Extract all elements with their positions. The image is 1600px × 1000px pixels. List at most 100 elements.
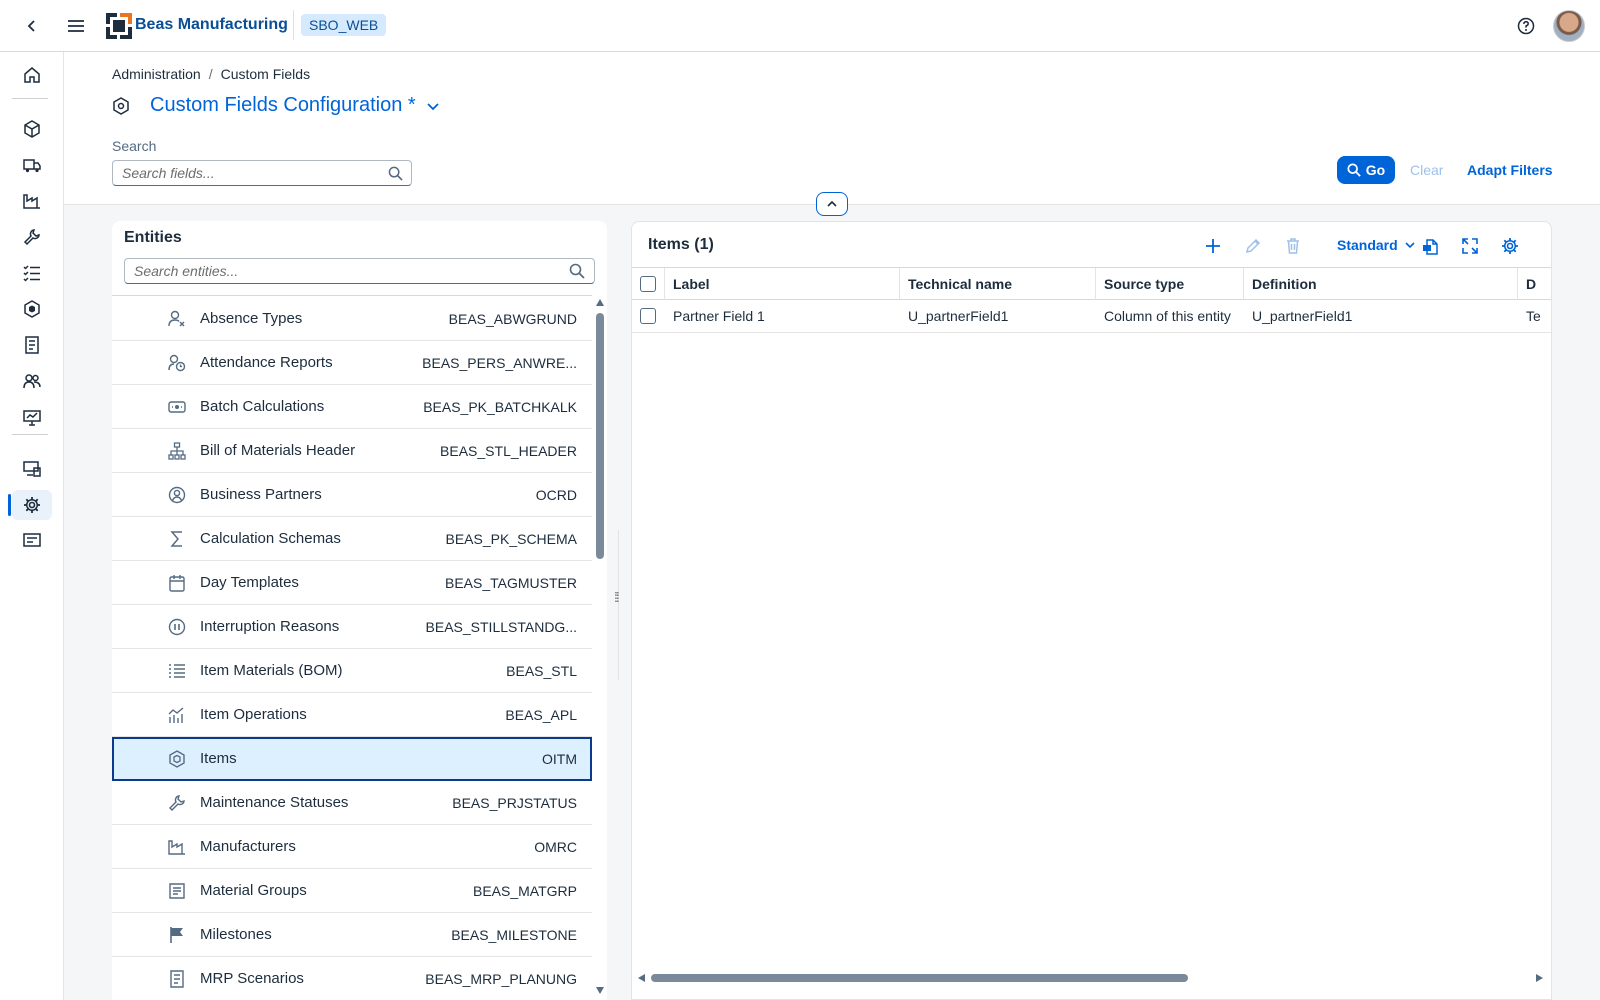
select-all-checkbox[interactable] xyxy=(640,276,656,292)
help-button[interactable] xyxy=(1510,10,1542,42)
entities-search-field[interactable] xyxy=(124,258,595,284)
breadcrumb-administration[interactable]: Administration xyxy=(112,66,201,82)
delete-button[interactable] xyxy=(1281,234,1305,258)
entity-row[interactable]: Calculation Schemas BEAS_PK_SCHEMA xyxy=(112,517,592,561)
entity-row[interactable]: Absence Types BEAS_ABWGRUND xyxy=(112,297,592,341)
entity-code: BEAS_PK_SCHEMA xyxy=(445,530,578,547)
entity-name: Business Partners xyxy=(200,486,322,503)
menu-button[interactable] xyxy=(60,10,92,42)
search-icon[interactable] xyxy=(569,263,585,279)
nav-documents[interactable] xyxy=(12,330,52,360)
nav-home[interactable] xyxy=(12,60,52,90)
monitor-chart-icon xyxy=(23,410,41,426)
shell-bar: Beas Manufacturing SBO_WEB xyxy=(0,0,1600,52)
nav-people[interactable] xyxy=(12,366,52,396)
nav-devices[interactable] xyxy=(12,454,52,484)
table-settings-button[interactable] xyxy=(1498,234,1522,258)
entity-row[interactable]: Interruption Reasons BEAS_STILLSTANDG... xyxy=(112,605,592,649)
nav-products[interactable] xyxy=(12,114,52,144)
variant-selector[interactable]: Standard xyxy=(1337,237,1416,253)
pause-circle-icon xyxy=(168,618,186,636)
entity-row[interactable]: Day Templates BEAS_TAGMUSTER xyxy=(112,561,592,605)
app-title[interactable]: Beas Manufacturing xyxy=(135,16,288,34)
scroll-thumb[interactable] xyxy=(596,313,604,559)
chevron-up-icon xyxy=(827,200,837,207)
entity-row-selected[interactable]: Items OITM xyxy=(112,737,592,781)
scroll-thumb[interactable] xyxy=(651,974,1188,982)
cell-d: Te xyxy=(1526,308,1541,324)
export-icon xyxy=(1423,239,1438,255)
nav-logistics[interactable] xyxy=(12,150,52,180)
panel-splitter[interactable]: ⁞⁞ xyxy=(614,530,624,680)
entity-code: BEAS_MRP_PLANUNG xyxy=(425,970,577,987)
nav-reports[interactable] xyxy=(12,402,52,432)
add-button[interactable] xyxy=(1201,234,1225,258)
go-label: Go xyxy=(1365,162,1386,178)
entity-row[interactable]: Bill of Materials Header BEAS_STL_HEADER xyxy=(112,429,592,473)
nav-settings[interactable] xyxy=(8,490,52,520)
entity-row[interactable]: Item Operations BEAS_APL xyxy=(112,693,592,737)
nav-tasks[interactable] xyxy=(12,258,52,288)
clear-button[interactable]: Clear xyxy=(1410,162,1443,178)
hexagon-box-icon xyxy=(24,300,40,318)
chevron-left-icon xyxy=(27,20,35,32)
horizontal-scrollbar[interactable] xyxy=(632,970,1551,986)
list-divider xyxy=(112,295,592,296)
entities-scrollbar[interactable] xyxy=(594,297,606,997)
page-title[interactable]: Custom Fields Configuration * xyxy=(150,94,416,117)
entity-code: BEAS_ABWGRUND xyxy=(448,310,577,327)
nav-forms[interactable] xyxy=(12,526,52,556)
entity-code: BEAS_STILLSTANDG... xyxy=(425,618,577,635)
nav-items[interactable] xyxy=(12,294,52,324)
search-icon[interactable] xyxy=(388,166,403,181)
shell-separator xyxy=(293,10,294,40)
adapt-filters-button[interactable]: Adapt Filters xyxy=(1467,162,1553,178)
scroll-up-icon[interactable] xyxy=(596,299,604,306)
nav-tools[interactable] xyxy=(12,222,52,252)
entity-row[interactable]: Manufacturers OMRC xyxy=(112,825,592,869)
flag-icon xyxy=(170,927,183,943)
nav-factory[interactable] xyxy=(12,186,52,216)
row-checkbox[interactable] xyxy=(640,308,656,324)
collapse-header-button[interactable] xyxy=(816,192,848,216)
person-circle-icon xyxy=(168,486,186,504)
entity-row[interactable]: Item Materials (BOM) BEAS_STL xyxy=(112,649,592,693)
entity-name: MRP Scenarios xyxy=(200,970,304,987)
export-button[interactable] xyxy=(1419,234,1443,258)
scroll-right-icon[interactable] xyxy=(1536,974,1543,982)
entity-name: Item Materials (BOM) xyxy=(200,662,343,679)
entity-name: Attendance Reports xyxy=(200,354,333,371)
avatar[interactable] xyxy=(1553,10,1585,42)
nav-separator xyxy=(12,434,48,435)
entity-row[interactable]: MRP Scenarios BEAS_MRP_PLANUNG xyxy=(112,957,592,1000)
entity-row[interactable]: Batch Calculations BEAS_PK_BATCHKALK xyxy=(112,385,592,429)
go-button[interactable]: Go xyxy=(1337,156,1395,184)
entity-row[interactable]: Material Groups BEAS_MATGRP xyxy=(112,869,592,913)
scroll-left-icon[interactable] xyxy=(638,974,645,982)
entity-row[interactable]: Milestones BEAS_MILESTONE xyxy=(112,913,592,957)
beas-logo[interactable] xyxy=(106,13,132,39)
column-d[interactable]: D xyxy=(1518,268,1551,300)
edit-button[interactable] xyxy=(1241,234,1265,258)
scroll-down-icon[interactable] xyxy=(596,987,604,994)
column-source-type[interactable]: Source type xyxy=(1096,268,1244,300)
search-input[interactable] xyxy=(113,161,373,185)
entity-row[interactable]: Maintenance Statuses BEAS_PRJSTATUS xyxy=(112,781,592,825)
entity-row[interactable]: Business Partners OCRD xyxy=(112,473,592,517)
select-all-cell xyxy=(632,268,665,300)
add-icon xyxy=(1206,239,1220,253)
grip-icon[interactable]: ⁞⁞ xyxy=(614,590,620,604)
search-field[interactable] xyxy=(112,160,412,186)
column-technical-name[interactable]: Technical name xyxy=(900,268,1096,300)
entity-row[interactable]: Attendance Reports BEAS_PERS_ANWRE... xyxy=(112,341,592,385)
column-label[interactable]: Label xyxy=(665,268,900,300)
list-icon xyxy=(169,664,185,678)
column-definition[interactable]: Definition xyxy=(1244,268,1518,300)
table-row[interactable]: Partner Field 1 U_partnerField1 Column o… xyxy=(632,300,1551,333)
home-icon xyxy=(24,67,40,83)
devices-icon xyxy=(23,461,41,477)
entities-search-input[interactable] xyxy=(125,259,555,283)
fullscreen-button[interactable] xyxy=(1458,234,1482,258)
back-button[interactable] xyxy=(16,10,48,42)
chevron-down-icon[interactable] xyxy=(426,99,440,113)
